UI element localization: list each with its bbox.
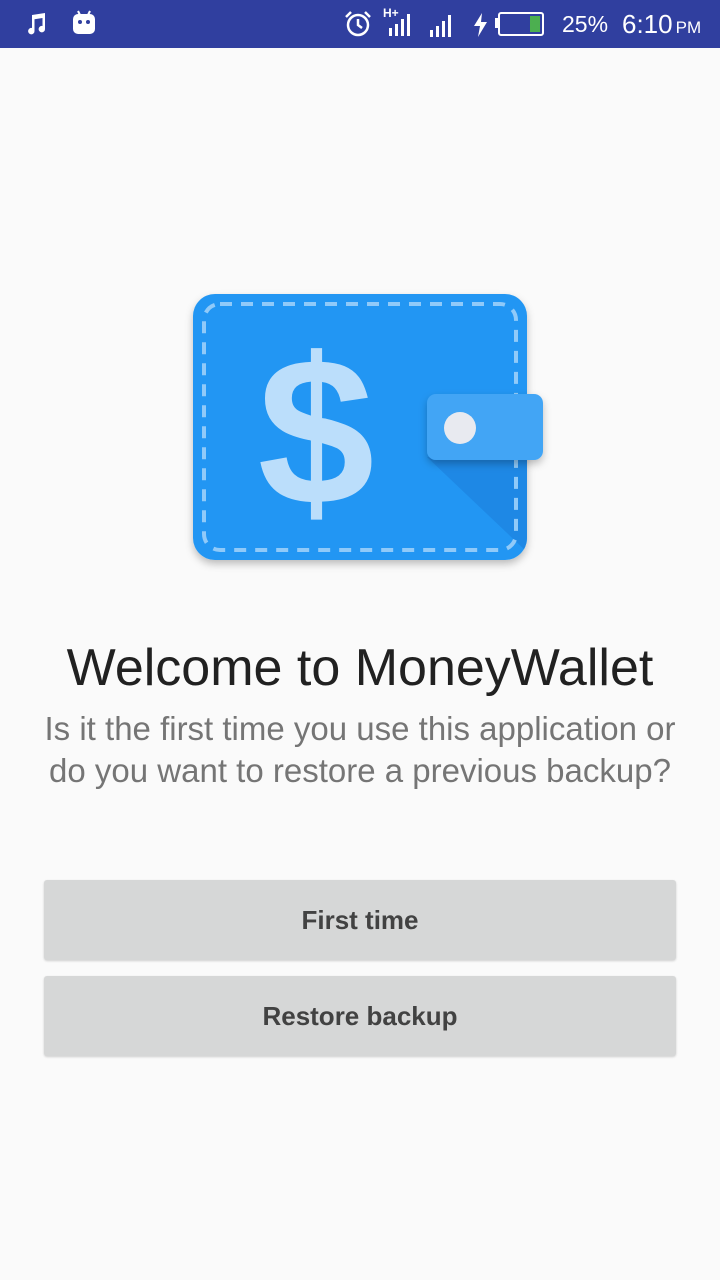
music-note-icon <box>28 13 46 35</box>
signal-hplus-icon: H+ <box>383 6 410 36</box>
clock-am-pm: PM <box>675 18 702 37</box>
welcome-title: Welcome to MoneyWallet <box>66 639 654 697</box>
status-bar: H+ 25% 6:10 PM <box>0 0 720 48</box>
signal-icon <box>430 15 451 37</box>
welcome-subtitle: Is it the first time you use this applic… <box>44 710 676 789</box>
clock: 6:10 PM <box>622 0 701 48</box>
svg-text:H+: H+ <box>383 6 399 20</box>
battery-percent: 25% <box>562 11 609 37</box>
restore-backup-button[interactable]: Restore backup <box>44 976 676 1056</box>
charging-bolt-icon <box>474 13 487 37</box>
wallet-clasp <box>444 412 476 444</box>
dollar-symbol: $ <box>258 314 375 549</box>
first-time-button[interactable]: First time <box>44 880 676 960</box>
battery-icon <box>495 12 544 36</box>
wallet-icon: $ <box>193 294 543 560</box>
alarm-icon <box>345 11 371 37</box>
clock-time: 6:10 <box>622 9 673 39</box>
android-icon <box>73 10 95 34</box>
